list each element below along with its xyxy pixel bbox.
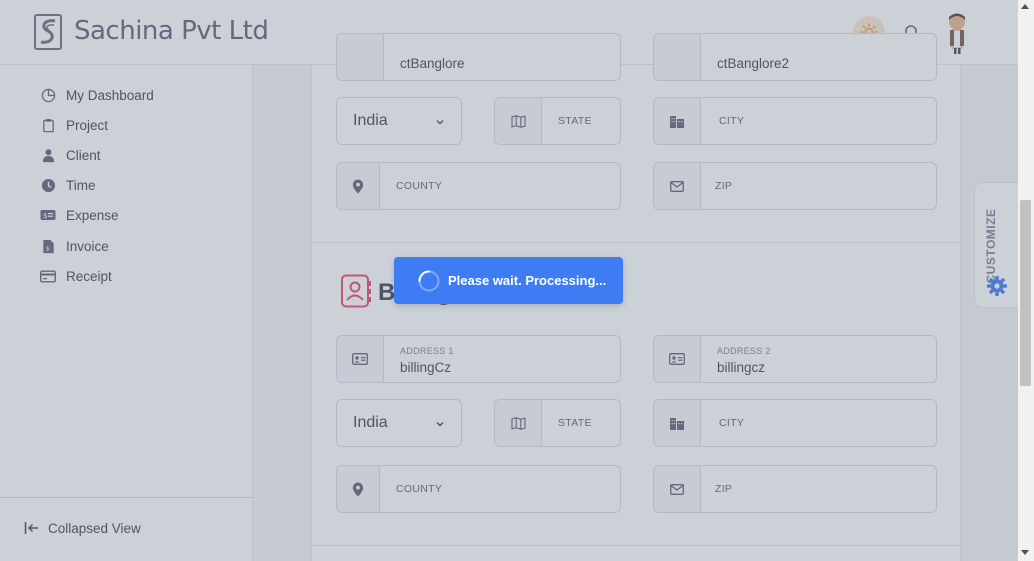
scroll-down-arrow-icon[interactable]: [1021, 550, 1029, 555]
spinner-icon: [418, 270, 440, 291]
processing-message: Please wait. Processing...: [448, 273, 607, 288]
scroll-up-arrow-icon[interactable]: [1021, 4, 1029, 9]
processing-toast: Please wait. Processing...: [394, 257, 623, 304]
scrollbar-thumb[interactable]: [1020, 200, 1031, 386]
